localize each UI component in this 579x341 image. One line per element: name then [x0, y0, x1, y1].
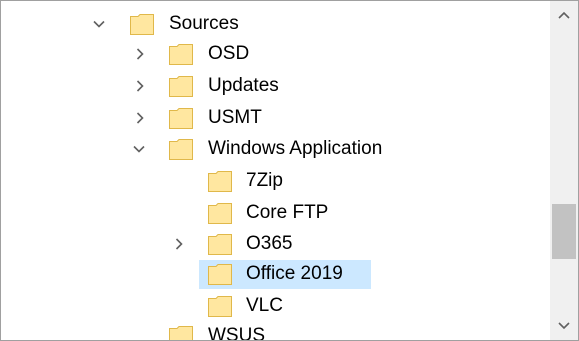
tree-item-label: Office 2019 [246, 263, 343, 284]
folder-icon [169, 108, 193, 129]
tree-item-7zip[interactable]: 7Zip [1, 166, 550, 196]
folder-icon [169, 76, 193, 97]
tree-item-label: WSUS [208, 325, 265, 341]
tree-item-label: Updates [208, 75, 279, 96]
chevron-up-icon [558, 11, 570, 19]
chevron-right-icon[interactable] [134, 112, 146, 124]
tree-item-label: OSD [208, 43, 250, 64]
chevron-down-icon[interactable] [93, 18, 105, 30]
folder-icon [169, 326, 193, 340]
tree-item-windows-application[interactable]: Windows Application [1, 134, 550, 164]
folder-tree-view[interactable]: Sources OSD Updates USMT Windows Applica… [0, 0, 579, 341]
tree-item-office-2019[interactable]: Office 2019 [1, 259, 550, 289]
tree-item-label: O365 [246, 233, 293, 254]
tree-item-label: Windows Application [208, 138, 383, 159]
chevron-right-icon[interactable] [173, 238, 185, 250]
tree-item-label: Sources [169, 13, 239, 34]
chevron-right-icon[interactable] [134, 80, 146, 92]
chevron-down-icon[interactable] [133, 143, 145, 155]
folder-icon [208, 171, 232, 192]
tree-item-vlc[interactable]: VLC [1, 291, 550, 321]
tree-item-label: VLC [246, 295, 283, 316]
chevron-right-icon[interactable] [134, 48, 146, 60]
folder-icon [208, 203, 232, 224]
vertical-scrollbar[interactable] [550, 1, 578, 340]
tree-item-label: Core FTP [246, 202, 329, 223]
tree-item-wsus[interactable]: WSUS [1, 321, 550, 341]
tree-item-label: 7Zip [246, 170, 283, 191]
scroll-down-button[interactable] [550, 312, 578, 340]
folder-icon [208, 264, 232, 285]
scrollbar-thumb[interactable] [552, 204, 576, 259]
tree-item-updates[interactable]: Updates [1, 71, 550, 101]
folder-icon [130, 14, 154, 35]
tree-item-core-ftp[interactable]: Core FTP [1, 198, 550, 228]
tree-item-label: USMT [208, 107, 262, 128]
folder-icon [169, 139, 193, 160]
folder-icon [169, 44, 193, 65]
folder-icon [208, 296, 232, 317]
chevron-down-icon [558, 322, 570, 330]
folder-icon [208, 234, 232, 255]
tree-item-osd[interactable]: OSD [1, 39, 550, 69]
tree-item-o365[interactable]: O365 [1, 229, 550, 259]
tree-item-sources[interactable]: Sources [1, 9, 550, 39]
scroll-up-button[interactable] [550, 1, 578, 29]
tree-item-usmt[interactable]: USMT [1, 103, 550, 133]
